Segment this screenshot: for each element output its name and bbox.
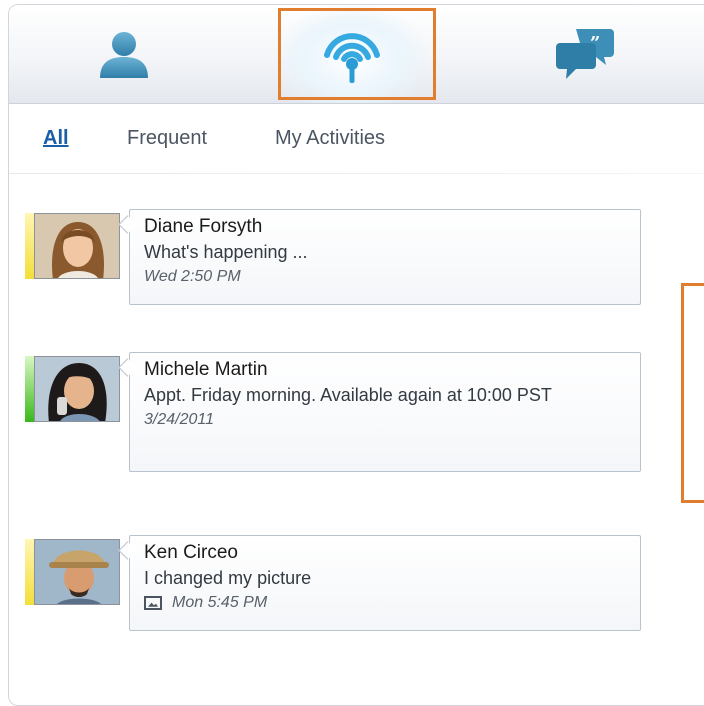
- activity-message: I changed my picture: [144, 568, 312, 588]
- selected-tab-highlight: [278, 8, 436, 100]
- contacts-person-icon: [100, 32, 148, 78]
- picture-icon: [144, 595, 162, 610]
- contact-name[interactable]: Diane Forsyth: [144, 214, 640, 240]
- annotation-box: [681, 283, 704, 503]
- contact-name[interactable]: Michele Martin: [144, 357, 640, 383]
- avatar[interactable]: [34, 539, 120, 605]
- timestamp: Wed 2:50 PM: [144, 268, 241, 285]
- activity-message: Appt. Friday morning. Available again at…: [144, 385, 552, 405]
- presence-indicator: [25, 356, 34, 422]
- timestamp: 3/24/2011: [144, 411, 214, 428]
- feed-message-bubble: Diane Forsyth What's happening ... Wed 2…: [129, 209, 641, 305]
- conversations-speech-bubble-icon: ”: [556, 29, 614, 79]
- timestamp-row: Mon 5:45 PM: [144, 590, 640, 616]
- activity-feed-panel: ” All Frequent My Activities Diane Forsy…: [8, 4, 704, 706]
- avatar[interactable]: [34, 356, 120, 422]
- contacts-tab[interactable]: [49, 5, 199, 103]
- feed-item[interactable]: Ken Circeo I changed my picture Mon 5:45…: [25, 535, 641, 631]
- feed-item[interactable]: Michele Martin Appt. Friday morning. Ava…: [25, 352, 641, 472]
- divider: [9, 173, 704, 174]
- feed-message-bubble: Ken Circeo I changed my picture Mon 5:45…: [129, 535, 641, 631]
- activity-message: What's happening ...: [144, 242, 308, 262]
- svg-text:”: ”: [590, 33, 600, 54]
- timestamp: Mon 5:45 PM: [172, 594, 268, 611]
- feed-message-bubble: Michele Martin Appt. Friday morning. Ava…: [129, 352, 641, 472]
- filter-my-activities[interactable]: My Activities: [275, 127, 385, 150]
- presence-indicator: [25, 539, 34, 605]
- filter-frequent[interactable]: Frequent: [127, 127, 207, 150]
- avatar[interactable]: [34, 213, 120, 279]
- conversations-tab[interactable]: ”: [511, 5, 661, 103]
- feed-filter-bar: All Frequent My Activities: [9, 117, 704, 165]
- presence-indicator: [25, 213, 34, 279]
- feed-item[interactable]: Diane Forsyth What's happening ... Wed 2…: [25, 209, 641, 305]
- filter-all[interactable]: All: [43, 127, 69, 150]
- contact-name[interactable]: Ken Circeo: [144, 540, 640, 566]
